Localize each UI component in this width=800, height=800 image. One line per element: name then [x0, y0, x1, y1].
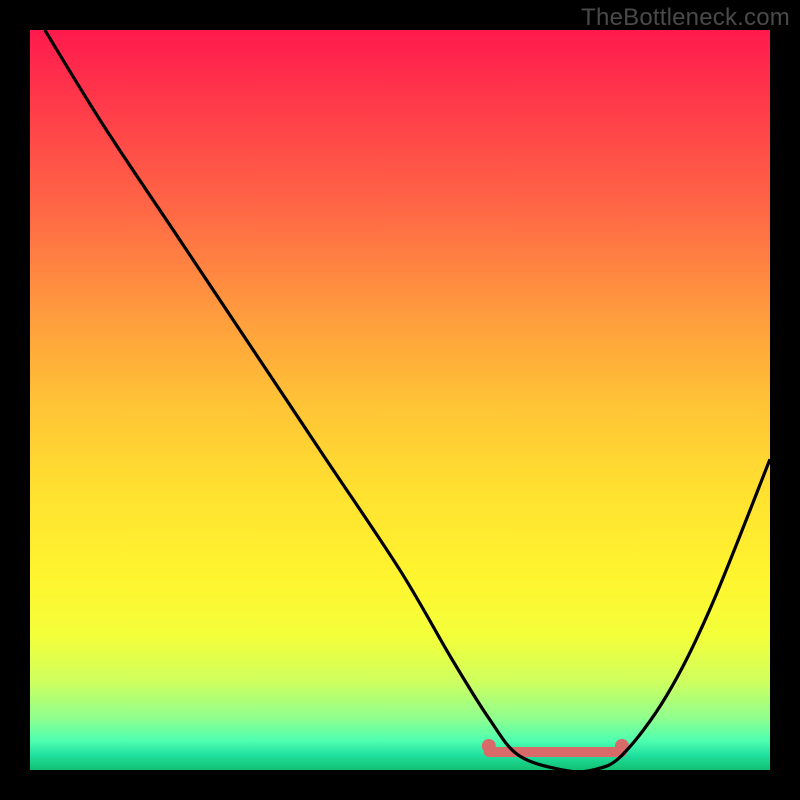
bottleneck-curve	[45, 30, 770, 770]
optimal-band-dot-left	[482, 739, 496, 753]
plot-area	[30, 30, 770, 770]
watermark-label: TheBottleneck.com	[581, 4, 790, 32]
chart-frame: TheBottleneck.com	[0, 0, 800, 800]
chart-svg	[30, 30, 770, 770]
